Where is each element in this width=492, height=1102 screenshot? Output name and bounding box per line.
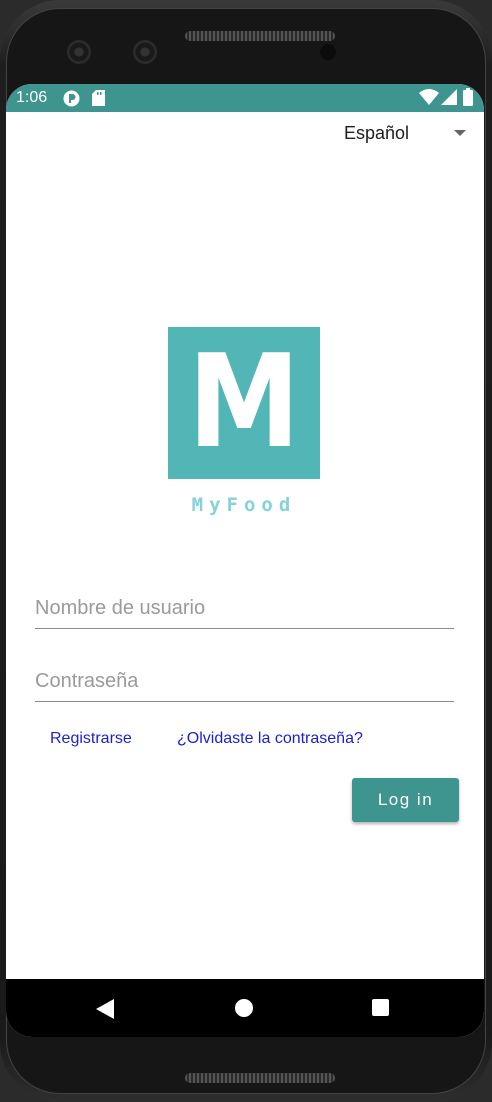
phone-frame: 1:06 Español M MyFood Nombre de usuario … <box>0 0 492 1102</box>
battery-icon <box>463 88 473 111</box>
app-name-caption: MyFood <box>191 494 297 516</box>
status-bar: 1:06 <box>6 84 484 112</box>
register-link[interactable]: Registrarse <box>50 730 132 748</box>
cell-signal-icon <box>441 89 457 110</box>
app-logo: M <box>168 327 320 479</box>
wifi-icon <box>419 89 439 110</box>
password-input[interactable] <box>35 670 454 693</box>
navigation-bar <box>6 979 484 1037</box>
recents-icon[interactable] <box>372 999 389 1016</box>
back-icon[interactable] <box>96 999 114 1019</box>
forgot-password-link[interactable]: ¿Olvidaste la contraseña? <box>177 730 363 748</box>
dropdown-arrow-icon <box>454 130 466 136</box>
front-camera-2-icon <box>133 40 157 64</box>
username-field <box>35 582 454 629</box>
language-dropdown[interactable]: Español <box>326 118 466 146</box>
screen: 1:06 Español M MyFood Nombre de usuario … <box>6 84 484 1037</box>
sd-card-icon <box>92 90 105 111</box>
front-camera-icon <box>67 40 91 64</box>
bottom-speaker <box>185 1073 335 1083</box>
logo-letter: M <box>187 328 301 477</box>
status-time: 1:06 <box>16 89 48 106</box>
password-field <box>35 655 454 702</box>
username-input[interactable] <box>35 597 454 620</box>
home-icon[interactable] <box>235 999 253 1017</box>
app-notification-icon <box>63 90 80 112</box>
earpiece-speaker <box>185 31 335 41</box>
login-screen: Español M MyFood Registrarse ¿Olvidaste … <box>6 112 484 979</box>
proximity-sensor <box>320 44 336 60</box>
login-button[interactable]: Log in <box>352 778 459 822</box>
language-selected-value: Español <box>344 123 410 143</box>
